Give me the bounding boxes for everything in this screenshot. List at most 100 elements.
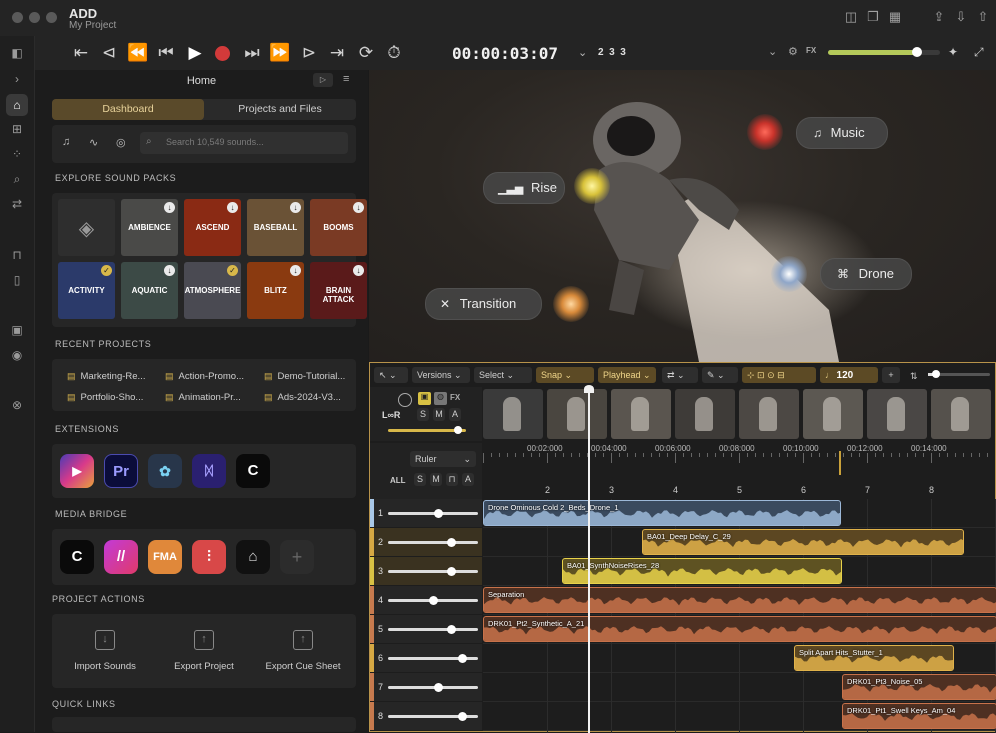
swap-icon[interactable]: ⇄ (6, 193, 28, 215)
fullscreen-icon[interactable]: ⤢ (974, 45, 984, 60)
track-volume-slider[interactable] (388, 570, 478, 573)
audio-clip[interactable]: Drone Ominous Cold 2_Beds_Drone_1 (483, 500, 841, 526)
recent-project[interactable]: Portfolio-Sho... (67, 392, 144, 403)
tab-projects-and-files[interactable]: Projects and Files (204, 99, 356, 120)
next-icon[interactable]: ⏭ (241, 43, 263, 63)
ai-sparkle-icon[interactable]: ✦ (948, 45, 958, 59)
radio-waves-icon[interactable]: ◎ (116, 136, 126, 149)
sound-pack-tile[interactable]: AMBIENCE ↓ (121, 199, 178, 256)
output-chevron-icon[interactable]: ⌄ (768, 45, 777, 58)
previous-marker-icon[interactable]: ⊲ (98, 43, 120, 63)
bag-icon[interactable]: ⊓ (6, 244, 28, 266)
eye-icon[interactable]: ◉ (6, 344, 28, 366)
audio-clip[interactable]: BA01_SynthNoiseRises_28 (562, 558, 842, 584)
rise-marker[interactable] (574, 168, 610, 204)
previous-icon[interactable]: ⏮ (155, 43, 177, 63)
video-volume-knob[interactable] (454, 426, 462, 434)
slanted-logo-icon[interactable]: // (104, 540, 138, 574)
loop-icon[interactable]: ⟳ (355, 43, 377, 63)
record-button[interactable] (215, 46, 230, 61)
mute-button[interactable]: M (433, 408, 445, 421)
versions-dropdown[interactable]: Versions ⌄ (412, 367, 470, 383)
track-volume-slider[interactable] (388, 541, 478, 544)
fx-icon[interactable]: FX (806, 46, 816, 55)
download-icon[interactable]: ↓ (164, 202, 175, 213)
recent-project[interactable]: Ads-2024-V3... (264, 392, 341, 403)
premiere-icon[interactable]: Pr (104, 454, 138, 488)
track-volume-knob[interactable] (447, 538, 456, 547)
capcut-bridge-icon[interactable]: C (60, 540, 94, 574)
installed-check-icon[interactable]: ✓ (227, 265, 238, 276)
image-toggle-icon[interactable]: ▣ (418, 392, 431, 405)
loop-button[interactable]: L∞R (382, 410, 400, 420)
audio-clip[interactable]: DRK01_Pt3_Noise_05 (842, 674, 996, 700)
audio-clip[interactable]: BA01_Deep Delay_C_29 (642, 529, 964, 555)
audio-wave-icon[interactable]: ᛞ (192, 454, 226, 488)
track-volume-slider[interactable] (388, 686, 478, 689)
share-icon[interactable]: ⇧ (974, 9, 992, 25)
ruler-dropdown[interactable]: Ruler ⌄ (410, 451, 476, 467)
music-note-icon[interactable]: ♫ (62, 136, 70, 148)
search-input[interactable]: ⌕ Search 10,549 sounds... (140, 132, 348, 154)
download-icon[interactable]: ↓ (290, 265, 301, 276)
export-project-button[interactable]: ↑ Export Project (158, 620, 250, 682)
audio-clip[interactable]: DRK01_Pt2_Synthetic_A_21 (483, 616, 996, 642)
sound-pack-tile[interactable]: ASCEND ↓ (184, 199, 241, 256)
music-marker[interactable] (747, 114, 783, 150)
upload-icon[interactable]: ⇪ (930, 9, 948, 25)
tab-dashboard[interactable]: Dashboard (52, 99, 204, 120)
solo-all-button[interactable]: S (414, 473, 426, 486)
grid-icon[interactable]: ▦ (886, 9, 904, 25)
fma-icon[interactable]: FMA (148, 540, 182, 574)
search-icon[interactable]: ⌕ (6, 168, 28, 190)
track-volume-slider[interactable] (388, 628, 478, 631)
track-volume-knob[interactable] (434, 509, 443, 518)
drone-label-pill[interactable]: ⌘ Drone (820, 258, 912, 290)
settings-icon[interactable]: ⚙ (788, 45, 798, 58)
next-marker-icon[interactable]: ⊳ (298, 43, 320, 63)
rise-label-pill[interactable]: ▁▃▅ Rise (483, 172, 565, 204)
master-volume-slider[interactable] (828, 47, 940, 57)
export-cue-sheet-button[interactable]: ↑ Export Cue Sheet (257, 620, 349, 682)
track-volume-knob[interactable] (434, 683, 443, 692)
zoom-window-button[interactable] (46, 12, 57, 23)
play-icon[interactable]: ▶ (184, 43, 206, 63)
download-icon[interactable]: ↓ (290, 202, 301, 213)
download-icon[interactable]: ↓ (164, 265, 175, 276)
download-icon[interactable]: ↓ (227, 202, 238, 213)
sound-bars-icon[interactable]: ⫶ (192, 540, 226, 574)
home-icon[interactable]: ⌂ (6, 94, 28, 116)
recent-project[interactable]: Animation-Pr... (165, 392, 241, 403)
volume-knob[interactable] (398, 393, 412, 407)
fast-forward-icon[interactable]: ⏩ (269, 43, 291, 63)
download-icon[interactable]: ⇩ (952, 9, 970, 25)
document-icon[interactable]: ▯ (6, 269, 28, 291)
track-volume-knob[interactable] (429, 596, 438, 605)
go-to-end-icon[interactable]: ⇥ (326, 43, 348, 63)
track-volume-knob[interactable] (447, 625, 456, 634)
audio-clip[interactable]: Split Apart Hits_Stutter_1 (794, 645, 954, 671)
davinci-icon[interactable]: ✿ (148, 454, 182, 488)
layers-icon[interactable]: ❐ (864, 9, 882, 25)
track-volume-knob[interactable] (458, 654, 467, 663)
track-volume-knob[interactable] (458, 712, 467, 721)
audio-clip[interactable]: DRK01_Pt1_Swell Keys_Am_04 (842, 703, 996, 729)
recent-project[interactable]: Demo-Tutorial... (264, 371, 346, 382)
library-icon[interactable]: ⌂ (236, 540, 270, 574)
import-sounds-button[interactable]: ↓ Import Sounds (59, 620, 151, 682)
go-to-start-icon[interactable]: ⇤ (70, 43, 92, 63)
archive-icon[interactable]: ▣ (6, 319, 28, 341)
mute-all-button[interactable]: M (430, 473, 442, 486)
arm-all-button[interactable]: A (462, 473, 474, 486)
sound-pack-tile[interactable]: BOOMS ↓ (310, 199, 367, 256)
pointer-tool-dropdown[interactable]: ↖ ⌄ (374, 367, 408, 383)
audio-toggle-icon[interactable]: ◍ (434, 392, 447, 405)
arm-button[interactable]: A (449, 408, 461, 421)
track-volume-slider[interactable] (388, 512, 478, 515)
close-window-button[interactable] (12, 12, 23, 23)
capcut-icon[interactable]: C (236, 454, 270, 488)
lock-all-icon[interactable]: ⊓ (446, 473, 458, 486)
final-cut-icon[interactable]: ▶ (60, 454, 94, 488)
download-icon[interactable]: ↓ (353, 202, 364, 213)
settings-circle-icon[interactable]: ⊗ (6, 394, 28, 416)
